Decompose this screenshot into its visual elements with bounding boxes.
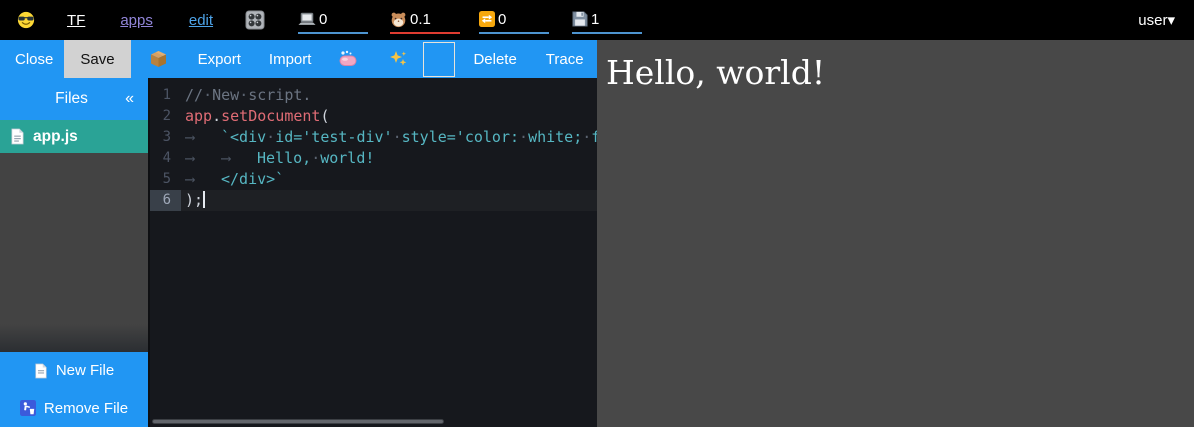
floppy-icon <box>572 11 588 27</box>
code-line-text: ⟶</div>` <box>181 169 284 190</box>
horizontal-scrollbar[interactable] <box>152 419 444 424</box>
user-menu[interactable]: user▾ <box>1138 11 1175 29</box>
metric-value: 1 <box>591 11 599 28</box>
saves-metric-field[interactable]: 1 <box>572 7 642 34</box>
line-number[interactable]: 3 <box>150 127 181 148</box>
file-page-icon <box>10 128 25 145</box>
files-title: Files <box>0 90 125 108</box>
code-line-text: //·New·script. <box>181 85 311 106</box>
code-line-text: ); <box>181 190 205 211</box>
main-area: Close Save Export Import <box>0 40 1194 427</box>
metric-value: 0.1 <box>410 11 431 28</box>
litter-bin-icon <box>20 400 36 416</box>
brand-link[interactable]: TF <box>67 12 85 29</box>
hamster-icon <box>390 11 407 28</box>
line-number[interactable]: 6 <box>150 190 181 211</box>
line-number[interactable]: 1 <box>150 85 181 106</box>
code-line-text: ⟶⟶Hello,·world! <box>181 148 374 169</box>
trace-button[interactable]: Trace <box>546 51 584 68</box>
laptop-icon <box>298 11 316 28</box>
memory-metric-field[interactable]: 0.1 <box>390 7 460 34</box>
code-line-text: app.setDocument( <box>181 106 330 127</box>
package-icon[interactable] <box>149 50 168 68</box>
remove-file-button[interactable]: Remove File <box>0 389 148 427</box>
ide-panel: Close Save Export Import <box>0 40 597 427</box>
code-line[interactable]: 1//·New·script. <box>150 85 597 106</box>
sidebar-filler <box>0 153 148 352</box>
code-line[interactable]: 4⟶⟶Hello,·world! <box>150 148 597 169</box>
code-line[interactable]: 2app.setDocument( <box>150 106 597 127</box>
blank-button[interactable] <box>423 42 455 77</box>
cpu-metric-field[interactable]: 0 <box>298 7 368 34</box>
loops-metric-field[interactable]: 0 <box>479 7 549 34</box>
code-line[interactable]: 6); <box>150 190 597 211</box>
close-button[interactable]: Close <box>15 51 53 68</box>
remove-file-label: Remove File <box>44 400 128 417</box>
soap-icon[interactable] <box>338 50 358 68</box>
line-number[interactable]: 4 <box>150 148 181 169</box>
code-line[interactable]: 5⟶</div>` <box>150 169 597 190</box>
files-header: Files « <box>0 78 148 120</box>
text-cursor <box>203 191 205 208</box>
repeat-icon <box>479 11 495 27</box>
edit-link[interactable]: edit <box>189 12 213 29</box>
new-file-page-icon <box>34 363 48 379</box>
new-file-label: New File <box>56 362 114 379</box>
output-text: Hello, world! <box>597 40 1194 92</box>
output-pane: Hello, world! <box>597 40 1194 427</box>
sparkles-icon[interactable] <box>390 50 408 68</box>
new-file-button[interactable]: New File <box>0 352 148 389</box>
file-name: app.js <box>33 128 78 146</box>
code-editor[interactable]: 1//·New·script.2app.setDocument(3⟶`<div·… <box>148 78 597 427</box>
code-line[interactable]: 3⟶`<div·id='test-div'·style='color:·whit… <box>150 127 597 148</box>
sunglasses-face-icon[interactable] <box>17 11 35 29</box>
top-navbar: TF apps edit 0 <box>0 0 1194 40</box>
code-line-text: ⟶`<div·id='test-div'·style='color:·white… <box>181 127 597 148</box>
import-button[interactable]: Import <box>269 51 312 68</box>
code-lines: 1//·New·script.2app.setDocument(3⟶`<div·… <box>150 85 597 211</box>
content-row: Files « app.js <box>0 78 597 427</box>
metric-value: 0 <box>498 11 506 28</box>
collapse-sidebar-button[interactable]: « <box>125 90 148 108</box>
file-item-appjs[interactable]: app.js <box>0 120 148 153</box>
apps-link[interactable]: apps <box>120 12 153 29</box>
line-number[interactable]: 2 <box>150 106 181 127</box>
export-button[interactable]: Export <box>198 51 241 68</box>
save-button[interactable]: Save <box>64 40 130 78</box>
delete-button[interactable]: Delete <box>473 51 516 68</box>
metric-value: 0 <box>319 11 327 28</box>
editor-toolbar: Close Save Export Import <box>0 40 597 78</box>
files-sidebar: Files « app.js <box>0 78 148 427</box>
line-number[interactable]: 5 <box>150 169 181 190</box>
control-knobs-icon[interactable] <box>245 10 265 30</box>
